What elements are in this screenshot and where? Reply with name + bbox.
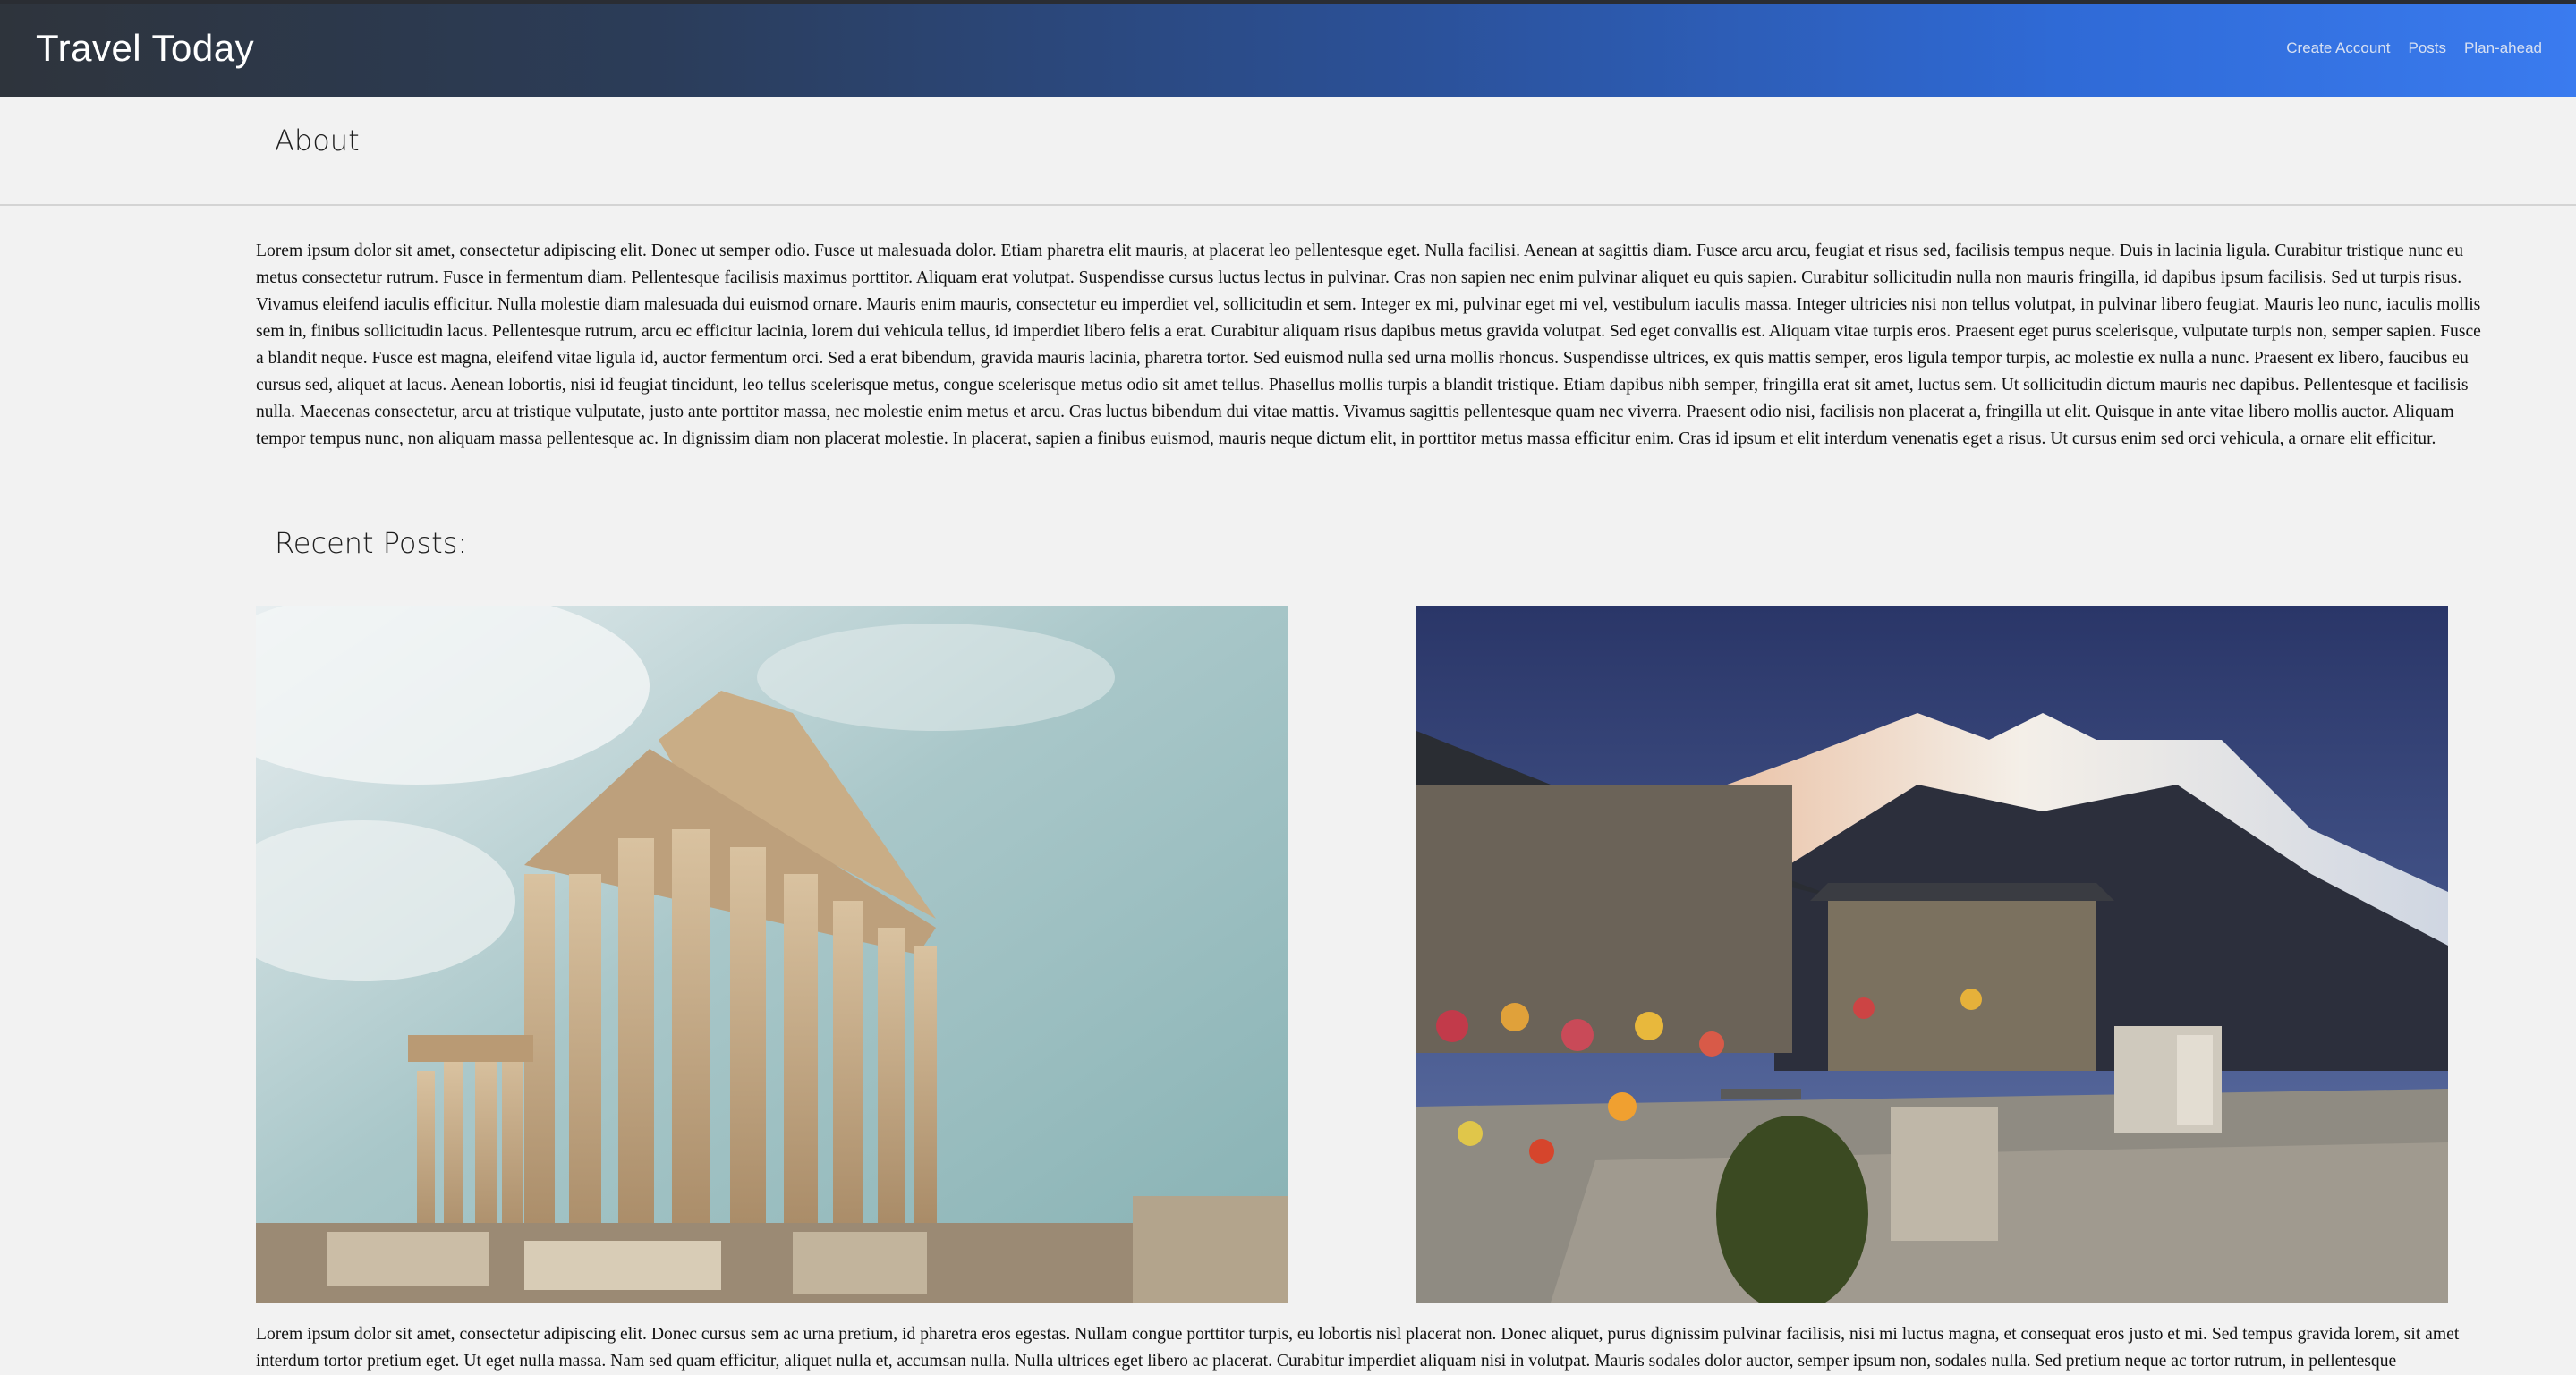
brand-title[interactable]: Travel Today — [36, 27, 254, 70]
post-image-temple[interactable] — [256, 606, 1288, 1303]
post-image-mountain-village[interactable] — [1416, 606, 2448, 1303]
section-divider — [0, 204, 2576, 206]
temple-photo — [256, 606, 1288, 1303]
navbar: Travel Today Create Account Posts Plan-a… — [0, 4, 2576, 97]
nav-link-plan-ahead[interactable]: Plan-ahead — [2464, 39, 2542, 57]
post-excerpt: Lorem ipsum dolor sit amet, consectetur … — [256, 1325, 2460, 1371]
nav-link-create-account[interactable]: Create Account — [2286, 39, 2390, 57]
about-text: Lorem ipsum dolor sit amet, consectetur … — [256, 242, 2481, 448]
nav-links: Create Account Posts Plan-ahead — [2286, 39, 2542, 57]
about-heading: About — [275, 123, 360, 157]
mountain-photo — [1416, 606, 2448, 1303]
nav-link-posts[interactable]: Posts — [2409, 39, 2447, 57]
recent-posts-heading: Recent Posts: — [275, 526, 468, 560]
